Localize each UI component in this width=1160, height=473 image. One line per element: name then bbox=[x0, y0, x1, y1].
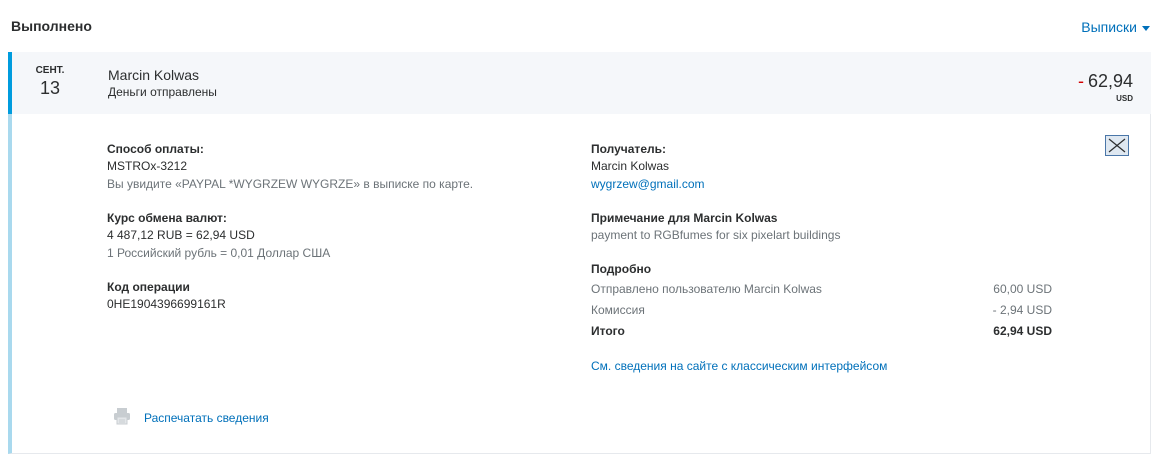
payment-method-label: Способ оплаты: bbox=[107, 142, 204, 156]
printer-icon[interactable] bbox=[113, 407, 131, 425]
note-label: Примечание для Marcin Kolwas bbox=[591, 211, 778, 225]
caret-down-icon bbox=[1142, 25, 1150, 31]
recipient-label: Получатель: bbox=[591, 142, 666, 156]
amount-value: 62,94 bbox=[1087, 71, 1133, 91]
classic-view-link[interactable]: См. сведения на сайте с классическим инт… bbox=[591, 359, 887, 373]
transaction-status: Деньги отправлены bbox=[108, 85, 217, 99]
breakdown-sent-value: 60,00 USD bbox=[993, 282, 1052, 296]
exchange-rate-label: Курс обмена валют: bbox=[107, 211, 227, 225]
statements-label: Выписки bbox=[1081, 19, 1137, 35]
transaction-id-value: 0HE1904396699161R bbox=[107, 297, 226, 311]
payment-method-note: Вы увидите «PAYPAL *WYGRZEW WYGRZE» в вы… bbox=[107, 177, 474, 191]
statements-dropdown[interactable]: Выписки bbox=[1081, 19, 1150, 35]
note-value: payment to RGBfumes for six pixelart bui… bbox=[591, 228, 841, 242]
transaction-row[interactable]: СЕНТ. 13 Marcin Kolwas Деньги отправлены… bbox=[8, 52, 1151, 114]
transaction-currency: USD bbox=[1116, 94, 1133, 103]
breakdown-total-label: Итого bbox=[591, 324, 625, 338]
transaction-amount: -62,94 bbox=[1078, 71, 1133, 92]
breakdown-fee-label: Комиссия bbox=[591, 303, 645, 317]
recipient-name: Marcin Kolwas bbox=[591, 159, 670, 173]
payment-method-value: MSTROx-3212 bbox=[107, 159, 188, 173]
close-icon bbox=[1108, 138, 1126, 153]
breakdown-label: Подробно bbox=[591, 262, 652, 276]
amount-sign: - bbox=[1077, 71, 1084, 91]
breakdown-total-value: 62,94 USD bbox=[993, 324, 1052, 338]
transaction-details-panel: Способ оплаты: MSTROx-3212 Вы увидите «P… bbox=[8, 114, 1151, 454]
print-details-link[interactable]: Распечатать сведения bbox=[144, 411, 269, 425]
exchange-rate-value: 4 487,12 RUB = 62,94 USD bbox=[107, 228, 255, 242]
page-title: Выполнено bbox=[11, 18, 92, 34]
transaction-id-label: Код операции bbox=[107, 280, 190, 294]
transaction-name: Marcin Kolwas bbox=[108, 67, 200, 83]
recipient-email-link[interactable]: wygrzew@gmail.com bbox=[591, 177, 705, 191]
breakdown-sent-label: Отправлено пользователю Marcin Kolwas bbox=[591, 282, 822, 296]
breakdown-fee-value: - 2,94 USD bbox=[992, 303, 1052, 317]
exchange-rate-note: 1 Российский рубль = 0,01 Доллар США bbox=[107, 246, 331, 260]
close-button[interactable] bbox=[1105, 135, 1129, 156]
transaction-day: 13 bbox=[39, 78, 61, 98]
transaction-month: СЕНТ. bbox=[35, 65, 65, 76]
